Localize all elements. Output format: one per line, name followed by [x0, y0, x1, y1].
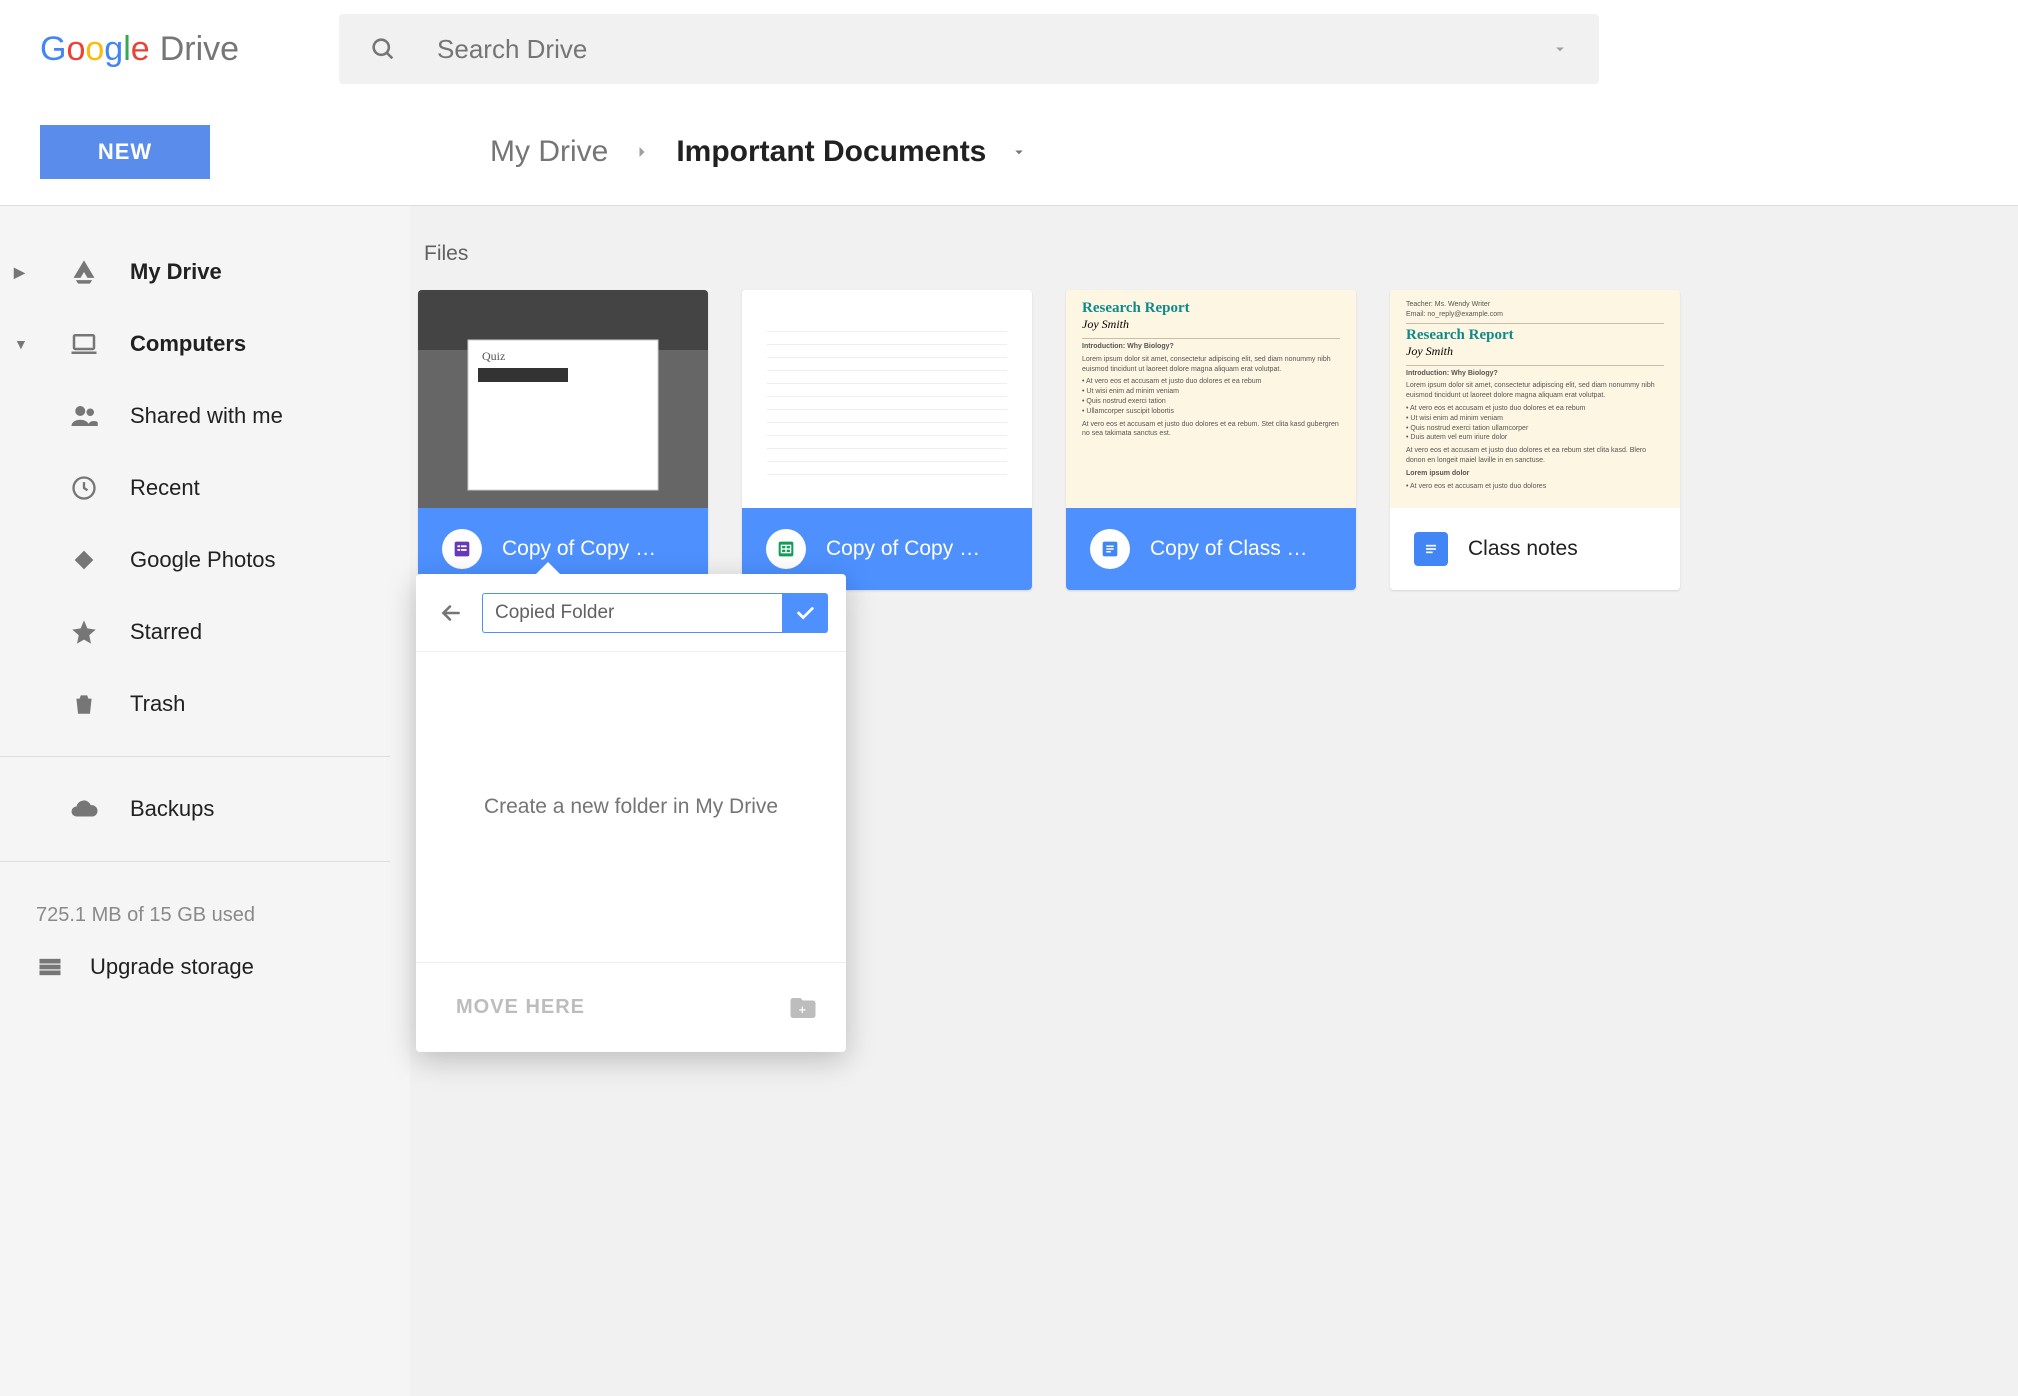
- file-card[interactable]: Research ReportJoy Smith Introduction: W…: [1066, 290, 1356, 590]
- file-thumbnail: [742, 290, 1032, 508]
- file-name: Copy of Class …: [1150, 537, 1308, 561]
- divider: [0, 756, 390, 757]
- file-name: Copy of Copy …: [502, 537, 656, 561]
- file-grid: Copy of Copy … Copy of Copy … Research R…: [418, 290, 2018, 590]
- new-folder-icon[interactable]: [788, 993, 818, 1023]
- breadcrumb: My Drive Important Documents: [490, 135, 1028, 169]
- main-content: Files Copy of Copy … Copy of Copy … Rese…: [410, 206, 2018, 1396]
- google-drive-logo[interactable]: Google Drive: [40, 30, 239, 69]
- sidebar-item-my-drive[interactable]: ▶ My Drive: [0, 236, 410, 308]
- star-icon: [66, 618, 102, 646]
- divider: [0, 861, 390, 862]
- file-thumbnail: [418, 290, 708, 508]
- sidebar-item-label: Google Photos: [130, 547, 276, 573]
- sidebar-item-label: Shared with me: [130, 403, 283, 429]
- collapse-icon[interactable]: ▼: [14, 336, 38, 352]
- file-card[interactable]: Teacher: Ms. Wendy WriterEmail: no_reply…: [1390, 290, 1680, 590]
- sidebar-item-label: Computers: [130, 331, 246, 357]
- popover-body-text: Create a new folder in My Drive: [416, 652, 846, 962]
- folder-name-input[interactable]: [482, 593, 782, 633]
- move-here-button[interactable]: MOVE HERE: [456, 996, 585, 1019]
- search-bar[interactable]: [339, 14, 1599, 84]
- laptop-icon: [66, 329, 102, 359]
- search-options-dropdown-icon[interactable]: [1551, 40, 1569, 58]
- sidebar-item-label: Starred: [130, 619, 202, 645]
- file-name: Class notes: [1468, 537, 1578, 561]
- people-icon: [66, 401, 102, 431]
- photos-icon: [66, 546, 102, 574]
- chevron-right-icon: [632, 142, 652, 162]
- file-card[interactable]: Copy of Copy …: [418, 290, 708, 590]
- file-thumbnail: Teacher: Ms. Wendy WriterEmail: no_reply…: [1390, 290, 1680, 508]
- sidebar-item-label: Trash: [130, 691, 185, 717]
- sidebar-item-photos[interactable]: Google Photos: [0, 524, 410, 596]
- expand-icon[interactable]: ▶: [14, 264, 38, 281]
- sidebar-item-label: My Drive: [130, 259, 222, 285]
- upgrade-storage-link[interactable]: Upgrade storage: [0, 953, 410, 981]
- new-button[interactable]: NEW: [40, 125, 210, 179]
- breadcrumb-current[interactable]: Important Documents: [676, 135, 986, 169]
- clock-icon: [66, 474, 102, 502]
- files-section-label: Files: [424, 242, 2018, 266]
- breadcrumb-root[interactable]: My Drive: [490, 135, 608, 169]
- trash-icon: [66, 691, 102, 717]
- forms-icon: [442, 529, 482, 569]
- header-bar: Google Drive: [0, 0, 2018, 98]
- confirm-folder-button[interactable]: [782, 593, 828, 633]
- product-name: Drive: [160, 30, 239, 69]
- upgrade-label: Upgrade storage: [90, 954, 254, 980]
- sidebar-item-trash[interactable]: Trash: [0, 668, 410, 740]
- sidebar-item-computers[interactable]: ▼ Computers: [0, 308, 410, 380]
- file-thumbnail: Research ReportJoy Smith Introduction: W…: [1066, 290, 1356, 508]
- sidebar: ▶ My Drive ▼ Computers Shared with me Re…: [0, 206, 410, 1396]
- sidebar-item-label: Recent: [130, 475, 200, 501]
- back-icon[interactable]: [438, 600, 464, 626]
- sidebar-item-recent[interactable]: Recent: [0, 452, 410, 524]
- sidebar-item-shared[interactable]: Shared with me: [0, 380, 410, 452]
- docs-icon: [1090, 529, 1130, 569]
- sidebar-item-starred[interactable]: Starred: [0, 596, 410, 668]
- file-card[interactable]: Copy of Copy …: [742, 290, 1032, 590]
- docs-icon: [1414, 532, 1448, 566]
- file-name: Copy of Copy …: [826, 537, 980, 561]
- sidebar-item-label: Backups: [130, 796, 214, 822]
- sidebar-item-backups[interactable]: Backups: [0, 773, 410, 845]
- toolbar-row: NEW My Drive Important Documents: [0, 98, 2018, 206]
- sheets-icon: [766, 529, 806, 569]
- move-folder-popover: Create a new folder in My Drive MOVE HER…: [416, 574, 846, 1052]
- storage-usage-text: 725.1 MB of 15 GB used: [0, 878, 410, 953]
- cloud-icon: [66, 794, 102, 824]
- search-icon: [369, 35, 397, 63]
- breadcrumb-dropdown-icon[interactable]: [1010, 143, 1028, 161]
- drive-icon: [66, 258, 102, 286]
- search-input[interactable]: [437, 34, 1511, 65]
- storage-icon: [36, 953, 64, 981]
